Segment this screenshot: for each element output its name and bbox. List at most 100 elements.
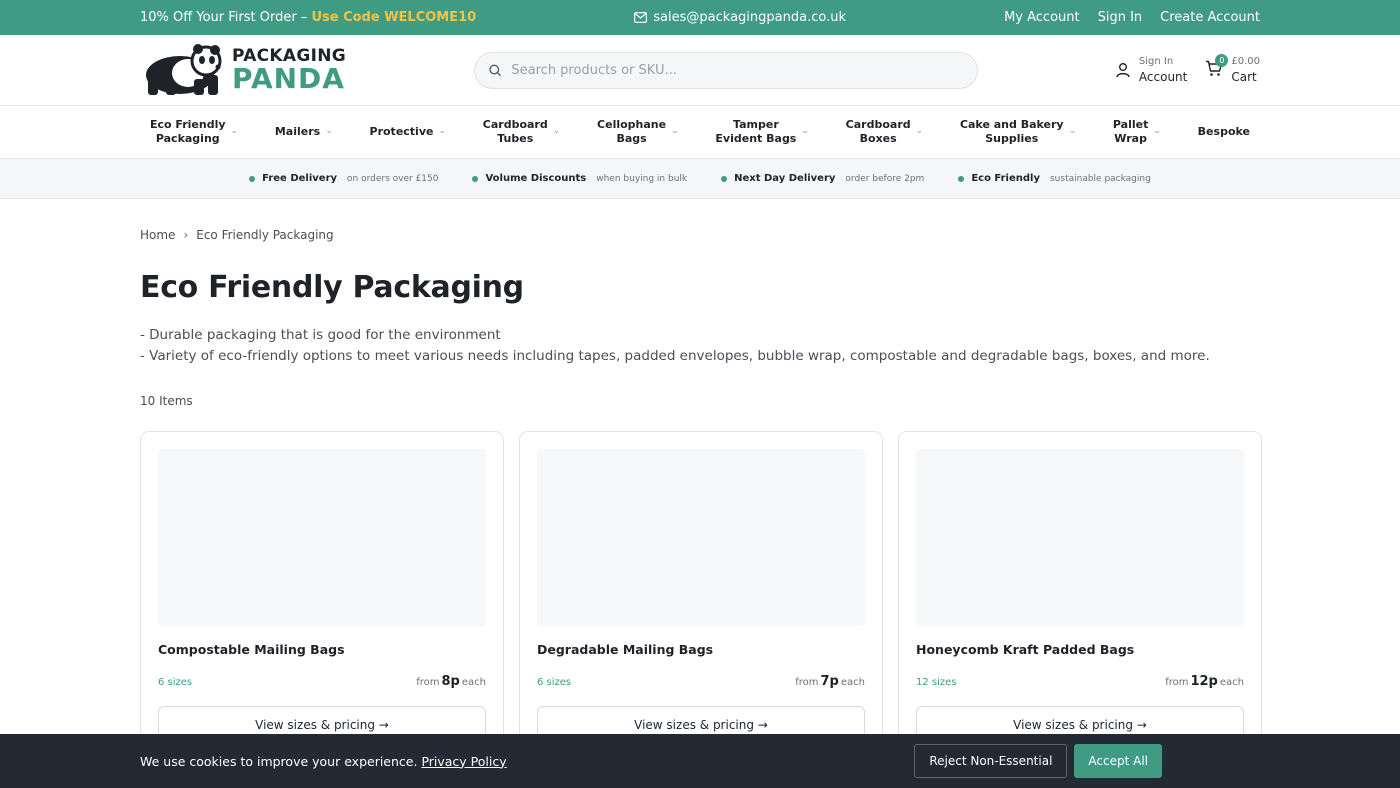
product-sizes: 12 sizes	[916, 677, 957, 688]
benefit-title: Eco Friendly	[971, 173, 1040, 184]
nav-item-cardboard-tubes[interactable]: Cardboard Tubes ⌄	[473, 118, 571, 147]
cookie-message-text: We use cookies to improve your experienc…	[140, 753, 422, 769]
price-each-label: each	[461, 677, 486, 688]
chevron-down-icon: ⌄	[1153, 126, 1161, 137]
product-card[interactable]: Honeycomb Kraft Padded Bags 12 sizes fro…	[898, 431, 1262, 771]
price-from-label: from	[1165, 677, 1189, 688]
chevron-down-icon: ⌄	[230, 126, 239, 137]
sign-in-link[interactable]: Sign In	[1098, 10, 1143, 25]
product-price: from 8p each	[416, 674, 486, 689]
benefit-subtitle: order before 2pm	[845, 173, 925, 184]
main-content: Home › Eco Friendly Packaging Eco Friend…	[0, 228, 1400, 771]
price-from-label: from	[416, 677, 440, 688]
logo-wordmark: PACKAGING PANDA	[232, 47, 346, 93]
cart-total: £0.00	[1231, 56, 1260, 67]
cart-icon-wrap: 0	[1205, 53, 1229, 81]
search-bar[interactable]	[474, 51, 978, 89]
price-amount: 7p	[820, 674, 839, 689]
search-icon	[489, 64, 501, 76]
benefit-title: Next Day Delivery	[734, 173, 836, 184]
breadcrumb-current: Eco Friendly Packaging	[196, 228, 334, 242]
cart-button[interactable]: 0 £0.00 Cart	[1205, 53, 1260, 84]
nav-label-line1: Mailers	[274, 124, 321, 138]
cookie-message: We use cookies to improve your experienc…	[140, 754, 507, 769]
product-image[interactable]	[537, 449, 865, 626]
product-name[interactable]: Compostable Mailing Bags	[158, 642, 486, 657]
promo-code: Use Code WELCOME10	[311, 10, 477, 25]
cookie-banner: We use cookies to improve your experienc…	[0, 734, 1400, 788]
price-each-label: each	[840, 677, 865, 688]
price-each-label: each	[1219, 677, 1244, 688]
nav-item-eco-friendly-packaging[interactable]: Eco Friendly Packaging ⌄	[140, 118, 248, 147]
cookie-buttons: Reject Non-Essential Accept All	[914, 744, 1162, 778]
promo-text: 10% Off Your First Order –	[140, 10, 312, 25]
product-meta: 12 sizes from 12p each	[916, 674, 1244, 689]
contact-email[interactable]: sales@packagingpanda.co.uk	[634, 10, 846, 25]
top-bar: 10% Off Your First Order – Use Code WELC…	[0, 0, 1400, 35]
chevron-down-icon: ⌄	[438, 126, 447, 137]
nav-label-line1: Cake and Bakery	[959, 117, 1064, 131]
breadcrumb: Home › Eco Friendly Packaging	[140, 228, 1260, 242]
nav-item-cake-and-bakery-supplies[interactable]: Cake and Bakery Supplies ⌄	[950, 118, 1086, 147]
nav-item-bespoke[interactable]: Bespoke	[1188, 125, 1260, 139]
create-account-link[interactable]: Create Account	[1160, 10, 1260, 25]
nav-item-protective[interactable]: Protective ⌄	[360, 125, 457, 139]
bullet-dot-icon	[472, 175, 479, 182]
nav-item-tamper-evident-bags[interactable]: Tamper Evident Bags ⌄	[705, 118, 818, 147]
chevron-down-icon: ⌄	[552, 126, 561, 137]
nav-label-line1: Cellophane	[597, 117, 667, 131]
product-card[interactable]: Compostable Mailing Bags 6 sizes from 8p e…	[140, 431, 504, 771]
nav-label-line2: Boxes	[859, 132, 897, 145]
logo[interactable]: PACKAGING PANDA	[140, 43, 474, 97]
category-description: - Durable packaging that is good for the…	[140, 325, 1260, 367]
reject-non-essential-button[interactable]: Reject Non-Essential	[914, 744, 1068, 778]
product-image[interactable]	[158, 449, 486, 626]
chevron-down-icon: ⌄	[915, 126, 924, 137]
search-input[interactable]	[511, 62, 963, 78]
product-name[interactable]: Degradable Mailing Bags	[537, 642, 865, 657]
chevron-down-icon: ⌄	[325, 126, 333, 137]
nav-item-cardboard-boxes[interactable]: Cardboard Boxes ⌄	[836, 118, 934, 147]
account-label: Account	[1138, 70, 1188, 84]
account-sign-in-label: Sign In	[1138, 56, 1174, 67]
accept-all-button[interactable]: Accept All	[1074, 744, 1162, 778]
cart-label: Cart	[1231, 70, 1257, 84]
nav-label-line2: Wrap	[1114, 132, 1147, 145]
my-account-link[interactable]: My Account	[1004, 10, 1080, 25]
description-line: - Variety of eco-friendly options to mee…	[140, 348, 1210, 364]
nav-item-mailers[interactable]: Mailers ⌄	[265, 125, 343, 139]
product-sizes: 6 sizes	[537, 677, 572, 688]
bullet-dot-icon	[958, 175, 965, 182]
account-button[interactable]: Sign In Account	[1115, 56, 1187, 84]
nav-label-line1: Pallet	[1112, 117, 1149, 131]
benefit-subtitle: sustainable packaging	[1049, 173, 1151, 184]
breadcrumb-home[interactable]: Home	[140, 228, 175, 242]
description-line: - Durable packaging that is good for the…	[140, 327, 501, 343]
product-sizes: 6 sizes	[158, 677, 193, 688]
main-navigation: Eco Friendly Packaging ⌄ Mailers ⌄ Protecti…	[0, 106, 1400, 159]
price-amount: 8p	[441, 674, 460, 689]
nav-label-line1: Cardboard	[482, 117, 548, 131]
nav-label-line1: Bespoke	[1197, 124, 1250, 138]
product-card[interactable]: Degradable Mailing Bags 6 sizes from 7p ea…	[519, 431, 883, 771]
mail-icon	[634, 12, 648, 23]
benefit-title: Free Delivery	[262, 173, 338, 184]
nav-label-line2: Supplies	[985, 132, 1039, 145]
product-meta: 6 sizes from 8p each	[158, 674, 486, 689]
benefit-volume-discounts: Volume Discounts when buying in bulk	[472, 173, 687, 184]
page-title: Eco Friendly Packaging	[140, 270, 524, 305]
chevron-down-icon: ⌄	[671, 126, 679, 137]
nav-item-cellophane-bags[interactable]: Cellophane Bags ⌄	[587, 118, 689, 147]
cart-count-badge: 0	[1215, 53, 1229, 67]
nav-label-line2: Tubes	[497, 132, 534, 145]
benefit-eco-friendly: Eco Friendly sustainable packaging	[958, 173, 1151, 184]
nav-item-pallet-wrap[interactable]: Pallet Wrap ⌄	[1103, 118, 1171, 147]
product-name[interactable]: Honeycomb Kraft Padded Bags	[916, 642, 1244, 657]
site-header: PACKAGING PANDA Sign In Account 0 £0.00 …	[0, 35, 1400, 106]
product-image[interactable]	[916, 449, 1244, 626]
price-from-label: from	[795, 677, 819, 688]
nav-label-line2: Bags	[616, 132, 647, 145]
item-count: 10 Items	[140, 394, 193, 408]
nav-label-line2: Evident Bags	[715, 132, 797, 145]
privacy-policy-link[interactable]: Privacy Policy	[421, 754, 506, 769]
